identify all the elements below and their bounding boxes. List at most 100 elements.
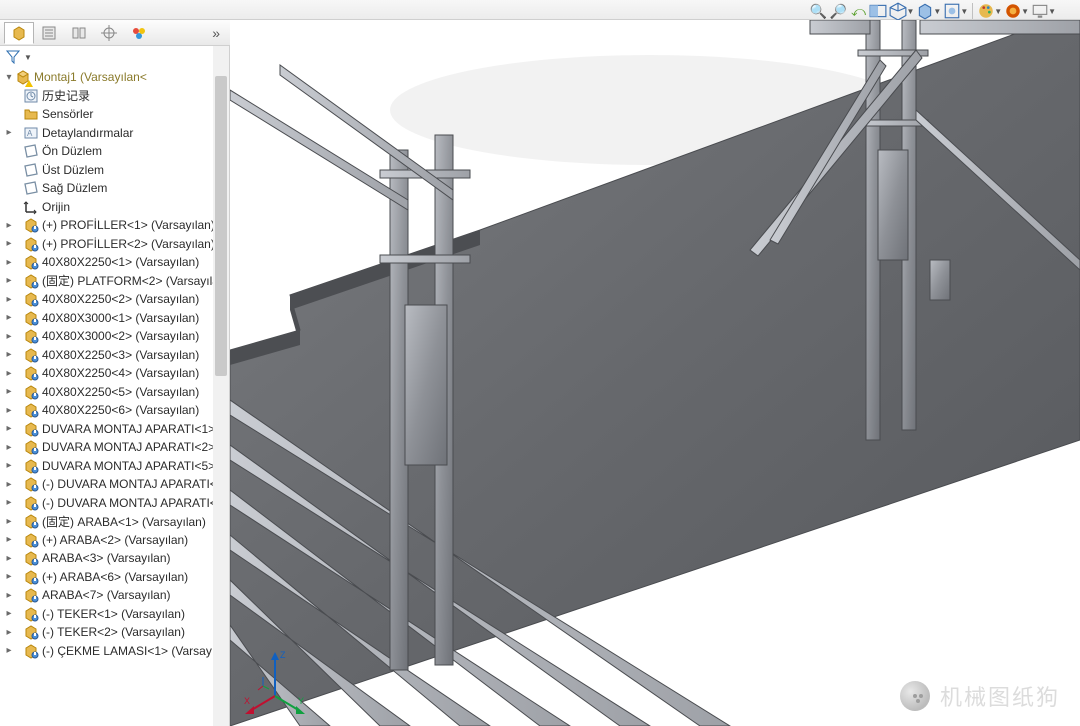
tree-item[interactable]: ▸ (+) ARABA<2> (Varsayılan) bbox=[0, 531, 229, 550]
zoom-to-fit-icon[interactable]: 🔍 bbox=[809, 2, 827, 20]
graphics-viewport[interactable]: Z X Y 机械图纸狗 bbox=[230, 20, 1080, 726]
tree-item[interactable]: ▸ ARABA<3> (Varsayılan) bbox=[0, 549, 229, 568]
expand-toggle-icon[interactable]: ▸ bbox=[4, 331, 14, 342]
tree-item[interactable]: ▸ (+) PROFİLLER<2> (Varsayılan) bbox=[0, 235, 229, 254]
expand-toggle-icon[interactable]: ▸ bbox=[4, 627, 14, 638]
edit-appearance-icon[interactable] bbox=[977, 2, 995, 20]
tree-item[interactable]: ▸ 40X80X3000<1> (Varsayılan) bbox=[0, 309, 229, 328]
expand-toggle-icon[interactable]: ▸ bbox=[4, 479, 14, 490]
tree-item[interactable]: ▸ (-) TEKER<1> (Varsayılan) bbox=[0, 605, 229, 624]
tree-item-label: 40X80X2250<5> (Varsayılan) bbox=[42, 385, 199, 399]
display-style-icon[interactable] bbox=[916, 2, 934, 20]
expand-toggle-icon[interactable]: ▾ bbox=[4, 72, 14, 83]
tree-root[interactable]: ▾ Montaj1 (Varsayılan< bbox=[0, 68, 229, 87]
tree-item-label: 历史记录 bbox=[42, 87, 90, 104]
feature-tree[interactable]: ▾ Montaj1 (Varsayılan< 历史记录 Sensörler ▸ … bbox=[0, 68, 229, 726]
feature-manager-panel: ▼ ▾ Montaj1 (Varsayılan< 历史记录 Sensörler … bbox=[0, 46, 230, 726]
expand-toggle-icon[interactable]: ▸ bbox=[4, 553, 14, 564]
expand-toggle-icon[interactable]: ▸ bbox=[4, 405, 14, 416]
tree-item[interactable]: Ön Düzlem bbox=[0, 142, 229, 161]
zoom-area-icon[interactable]: 🔎 bbox=[829, 2, 847, 20]
orientation-triad[interactable]: Z X Y bbox=[240, 646, 310, 716]
expand-toggle-icon[interactable]: ▸ bbox=[4, 590, 14, 601]
expand-toggle-icon[interactable]: ▸ bbox=[4, 368, 14, 379]
tree-item[interactable]: ▸ (-) DUVARA MONTAJ APARATI< bbox=[0, 494, 229, 513]
expand-toggle-icon[interactable]: ▸ bbox=[4, 386, 14, 397]
expand-toggle-icon[interactable]: ▸ bbox=[4, 534, 14, 545]
tree-item[interactable]: ▸ ARABA<7> (Varsayılan) bbox=[0, 586, 229, 605]
watermark: 机械图纸狗 bbox=[900, 680, 1060, 712]
tree-item[interactable]: ▸ 40X80X2250<4> (Varsayılan) bbox=[0, 364, 229, 383]
view-orientation-icon[interactable] bbox=[889, 2, 907, 20]
expand-toggle-icon[interactable]: ▸ bbox=[4, 516, 14, 527]
expand-toggle-icon[interactable]: ▸ bbox=[4, 238, 14, 249]
tree-item[interactable]: ▸ 40X80X2250<2> (Varsayılan) bbox=[0, 290, 229, 309]
tree-item-label: 40X80X3000<1> (Varsayılan) bbox=[42, 311, 199, 325]
scrollbar-thumb[interactable] bbox=[215, 76, 227, 376]
tree-item[interactable]: ▸ 40X80X2250<3> (Varsayılan) bbox=[0, 346, 229, 365]
part-icon bbox=[23, 254, 39, 270]
tree-item[interactable]: ▸ (-) ÇEKME LAMASI<1> (Varsayı bbox=[0, 642, 229, 661]
assembly-icon bbox=[15, 69, 31, 85]
tree-item[interactable]: Sağ Düzlem bbox=[0, 179, 229, 198]
origin-icon bbox=[23, 199, 39, 215]
dimxpert-manager-tab[interactable] bbox=[94, 22, 124, 44]
tree-item[interactable]: ▸ (-) TEKER<2> (Varsayılan) bbox=[0, 623, 229, 642]
expand-toggle-icon[interactable]: ▸ bbox=[4, 442, 14, 453]
tree-item[interactable]: ▸ DUVARA MONTAJ APARATI<2> bbox=[0, 438, 229, 457]
section-view-icon[interactable] bbox=[869, 2, 887, 20]
expand-toggle-icon[interactable]: ▸ bbox=[4, 312, 14, 323]
expand-toggle-icon[interactable]: ▸ bbox=[4, 571, 14, 582]
tree-item[interactable]: ▸ 40X80X2250<1> (Varsayılan) bbox=[0, 253, 229, 272]
tree-item[interactable]: ▸ DUVARA MONTAJ APARATI<5> bbox=[0, 457, 229, 476]
expand-toggle-icon[interactable]: ▸ bbox=[4, 257, 14, 268]
expand-toggle-icon[interactable]: ▸ bbox=[4, 220, 14, 231]
tree-item[interactable]: ▸ (+) ARABA<6> (Varsayılan) bbox=[0, 568, 229, 587]
tree-item-label: Sensörler bbox=[42, 107, 93, 121]
expand-toggle-icon[interactable]: ▸ bbox=[4, 349, 14, 360]
tree-item[interactable]: Orijin bbox=[0, 198, 229, 217]
tree-item-label: (-) DUVARA MONTAJ APARATI< bbox=[42, 477, 217, 491]
tree-item[interactable]: ▸ A Detaylandırmalar bbox=[0, 124, 229, 143]
tree-item[interactable]: ▸ (固定) PLATFORM<2> (Varsayıla bbox=[0, 272, 229, 291]
part-icon bbox=[23, 402, 39, 418]
tree-item[interactable]: ▸ (-) DUVARA MONTAJ APARATI< bbox=[0, 475, 229, 494]
expand-toggle-icon[interactable]: ▸ bbox=[4, 460, 14, 471]
property-manager-tab[interactable] bbox=[34, 22, 64, 44]
expand-toggle-icon[interactable]: ▸ bbox=[4, 423, 14, 434]
tree-item[interactable]: ▸ 40X80X2250<6> (Varsayılan) bbox=[0, 401, 229, 420]
tree-item[interactable]: ▸ (+) PROFİLLER<1> (Varsayılan) bbox=[0, 216, 229, 235]
tree-item-label: Üst Düzlem bbox=[42, 163, 104, 177]
expand-toggle-icon[interactable]: ▸ bbox=[4, 497, 14, 508]
tree-item[interactable]: 历史记录 bbox=[0, 87, 229, 106]
tree-filter-bar[interactable]: ▼ bbox=[0, 46, 229, 68]
part-icon bbox=[23, 569, 39, 585]
tree-item[interactable]: ▸ 40X80X2250<5> (Varsayılan) bbox=[0, 383, 229, 402]
expand-toggle-icon[interactable]: ▸ bbox=[4, 127, 14, 138]
view-settings-icon[interactable] bbox=[1031, 2, 1049, 20]
tree-item[interactable]: ▸ 40X80X3000<2> (Varsayılan) bbox=[0, 327, 229, 346]
expand-toggle-icon[interactable]: ▸ bbox=[4, 275, 14, 286]
axis-x-label: X bbox=[244, 696, 250, 706]
tree-scrollbar[interactable] bbox=[213, 46, 229, 726]
tree-item[interactable]: ▸ (固定) ARABA<1> (Varsayılan) bbox=[0, 512, 229, 531]
tree-item[interactable]: Üst Düzlem bbox=[0, 161, 229, 180]
tree-item[interactable]: ▸ DUVARA MONTAJ APARATI<1> bbox=[0, 420, 229, 439]
part-icon bbox=[23, 439, 39, 455]
plane-icon bbox=[23, 143, 39, 159]
configuration-manager-tab[interactable] bbox=[64, 22, 94, 44]
previous-view-icon[interactable]: ⤺ bbox=[849, 2, 867, 20]
expand-toggle-icon[interactable]: ▸ bbox=[4, 294, 14, 305]
tree-item[interactable]: Sensörler bbox=[0, 105, 229, 124]
tree-item-label: (+) ARABA<6> (Varsayılan) bbox=[42, 570, 188, 584]
apply-scene-icon[interactable] bbox=[1004, 2, 1022, 20]
tab-overflow-button[interactable]: » bbox=[206, 25, 226, 41]
feature-manager-tab[interactable] bbox=[4, 22, 34, 44]
display-manager-tab[interactable] bbox=[124, 22, 154, 44]
tree-item-label: 40X80X2250<1> (Varsayılan) bbox=[42, 255, 199, 269]
tree-item-label: DUVARA MONTAJ APARATI<5> bbox=[42, 459, 215, 473]
filter-dropdown-icon[interactable]: ▼ bbox=[24, 53, 32, 62]
hide-show-items-icon[interactable] bbox=[943, 2, 961, 20]
expand-toggle-icon[interactable]: ▸ bbox=[4, 608, 14, 619]
expand-toggle-icon[interactable]: ▸ bbox=[4, 645, 14, 656]
